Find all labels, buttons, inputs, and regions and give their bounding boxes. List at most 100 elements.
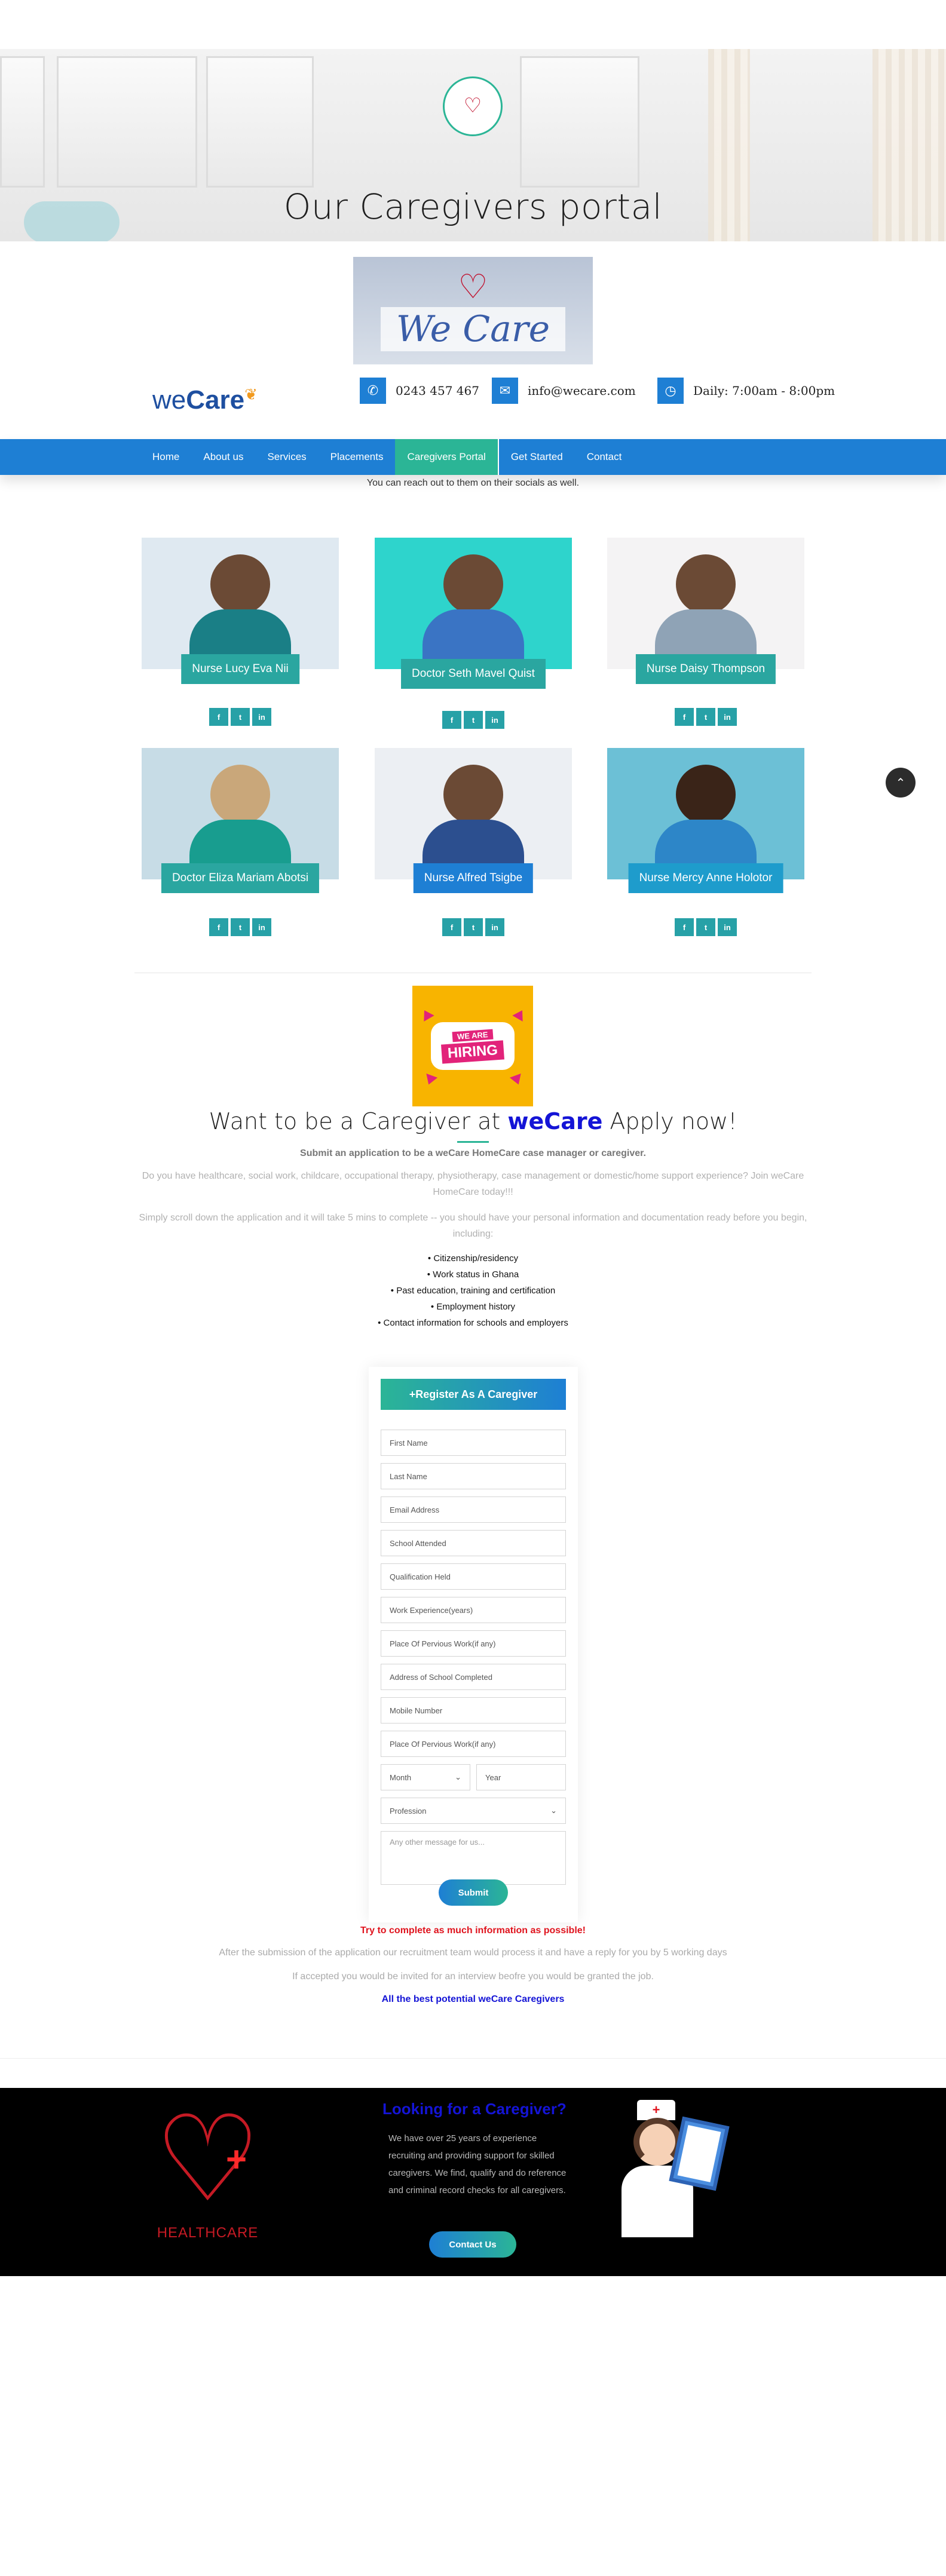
list-item: • Contact information for schools and em… xyxy=(378,1318,568,1328)
form-header: +Register As A Caregiver xyxy=(381,1379,566,1410)
caregiver-name: Nurse Alfred Tsigbe xyxy=(413,863,534,893)
chevron-down-icon: ⌄ xyxy=(550,1806,557,1815)
apply-title-pre: Want to be a Caregiver at xyxy=(209,1108,508,1134)
linkedin-icon[interactable]: in xyxy=(718,708,737,726)
hiring-badge-top: WE ARE xyxy=(452,1029,494,1042)
nav-about[interactable]: About us xyxy=(191,439,255,475)
scroll-to-top-button[interactable]: ⌃ xyxy=(886,768,916,798)
facebook-icon[interactable]: f xyxy=(442,711,461,729)
heart-icon: ♡ xyxy=(463,94,482,117)
person-figure xyxy=(443,765,503,824)
contact-email[interactable]: ✉ info@wecare.com xyxy=(492,378,636,404)
process-note: After the submission of the application … xyxy=(219,1948,727,1958)
caregiver-photo xyxy=(375,748,572,879)
brand-bold-text: Care xyxy=(186,385,245,415)
linkedin-icon[interactable]: in xyxy=(485,918,504,936)
nav-contact[interactable]: Contact xyxy=(575,439,634,475)
hiring-bubble: WE ARE HIRING xyxy=(431,1022,515,1070)
first-name-field[interactable]: First Name xyxy=(381,1430,566,1456)
submit-button[interactable]: Submit xyxy=(439,1879,508,1906)
completion-warning: Try to complete as much information as p… xyxy=(360,1925,586,1936)
email-field[interactable]: Email Address xyxy=(381,1496,566,1523)
facebook-icon[interactable]: f xyxy=(675,708,694,726)
requirements-list: • Citizenship/residency • Work status in… xyxy=(0,1250,946,1331)
school-attended-field[interactable]: School Attended xyxy=(381,1530,566,1556)
caregiver-photo xyxy=(142,748,339,879)
heart-spark-icon: ❦ xyxy=(244,385,258,403)
window-decoration xyxy=(0,56,45,188)
person-figure xyxy=(210,554,270,614)
message-textarea[interactable]: Any other message for us... xyxy=(381,1831,566,1885)
brand-logo[interactable]: weCare❦ xyxy=(152,385,258,415)
qualification-field[interactable]: Qualification Held xyxy=(381,1563,566,1590)
apply-title-brand: weCare xyxy=(507,1108,603,1134)
contact-us-button[interactable]: Contact Us xyxy=(429,2231,516,2258)
heart-icon: ♡ xyxy=(458,268,488,305)
section-divider xyxy=(0,2058,946,2059)
footer-title: Looking for a Caregiver? xyxy=(382,2100,567,2118)
hiring-badge-main: HIRING xyxy=(441,1040,504,1064)
caregiver-name: Doctor Seth Mavel Quist xyxy=(401,659,546,689)
linkedin-icon[interactable]: in xyxy=(252,918,271,936)
social-links: f t in xyxy=(675,708,737,726)
caregiver-photo xyxy=(142,538,339,669)
caregiver-name: Nurse Daisy Thompson xyxy=(635,654,776,684)
previous-work-field-2[interactable]: Place Of Pervious Work(if any) xyxy=(381,1731,566,1757)
previous-work-field[interactable]: Place Of Pervious Work(if any) xyxy=(381,1630,566,1657)
school-address-field[interactable]: Address of School Completed xyxy=(381,1664,566,1690)
last-name-field[interactable]: Last Name xyxy=(381,1463,566,1489)
twitter-icon[interactable]: t xyxy=(231,708,250,726)
nav-home[interactable]: Home xyxy=(140,439,191,475)
register-form: +Register As A Caregiver First Name Last… xyxy=(369,1367,578,1922)
nav-services[interactable]: Services xyxy=(255,439,318,475)
clipboard-icon xyxy=(669,2116,730,2191)
month-select[interactable]: Month ⌄ xyxy=(381,1764,470,1790)
nurse-cap: + xyxy=(637,2100,675,2120)
year-field[interactable]: Year xyxy=(476,1764,566,1790)
caregiver-name: Nurse Lucy Eva Nii xyxy=(181,654,299,684)
hiring-image: WE ARE HIRING xyxy=(412,986,533,1106)
twitter-icon[interactable]: t xyxy=(231,918,250,936)
linkedin-icon[interactable]: in xyxy=(252,708,271,726)
header-banner-image: ♡ We Care xyxy=(353,257,593,364)
profession-select[interactable]: Profession ⌄ xyxy=(381,1798,566,1824)
linkedin-icon[interactable]: in xyxy=(718,918,737,936)
chevron-up-icon: ⌃ xyxy=(895,776,906,790)
facebook-icon[interactable]: f xyxy=(209,708,228,726)
nav-placements[interactable]: Placements xyxy=(319,439,396,475)
caregiver-photo xyxy=(375,538,572,669)
caregiver-card: Nurse Mercy Anne Holotor f t in xyxy=(607,748,804,936)
main-navigation: Home About us Services Placements Caregi… xyxy=(0,439,946,475)
nav-get-started[interactable]: Get Started xyxy=(497,439,575,475)
facebook-icon[interactable]: f xyxy=(675,918,694,936)
contact-phone[interactable]: ✆ 0243 457 467 xyxy=(360,378,479,404)
person-figure xyxy=(676,765,736,824)
social-links: f t in xyxy=(442,918,504,936)
page-title: Our Caregivers portal xyxy=(283,186,663,227)
month-select-value: Month xyxy=(390,1772,412,1782)
triangle-decoration xyxy=(512,1007,528,1022)
clock-icon: ◷ xyxy=(657,378,684,404)
apply-title-post: Apply now! xyxy=(602,1108,737,1134)
linkedin-icon[interactable]: in xyxy=(485,711,504,729)
window-decoration xyxy=(520,56,639,188)
email-text: info@wecare.com xyxy=(528,384,636,398)
phone-icon: ✆ xyxy=(360,378,386,404)
social-links: f t in xyxy=(209,708,271,726)
twitter-icon[interactable]: t xyxy=(464,711,483,729)
work-experience-field[interactable]: Work Experience(years) xyxy=(381,1597,566,1623)
social-links: f t in xyxy=(675,918,737,936)
nav-caregivers-portal[interactable]: Caregivers Portal xyxy=(395,439,498,475)
twitter-icon[interactable]: t xyxy=(696,918,715,936)
chevron-down-icon: ⌄ xyxy=(455,1772,461,1781)
person-figure xyxy=(210,765,270,824)
facebook-icon[interactable]: f xyxy=(442,918,461,936)
twitter-icon[interactable]: t xyxy=(696,708,715,726)
person-figure xyxy=(676,554,736,614)
person-figure xyxy=(443,554,503,614)
mobile-number-field[interactable]: Mobile Number xyxy=(381,1697,566,1724)
apply-intro: Do you have healthcare, social work, chi… xyxy=(142,1171,804,1197)
facebook-icon[interactable]: f xyxy=(209,918,228,936)
twitter-icon[interactable]: t xyxy=(464,918,483,936)
mail-icon: ✉ xyxy=(492,378,518,404)
